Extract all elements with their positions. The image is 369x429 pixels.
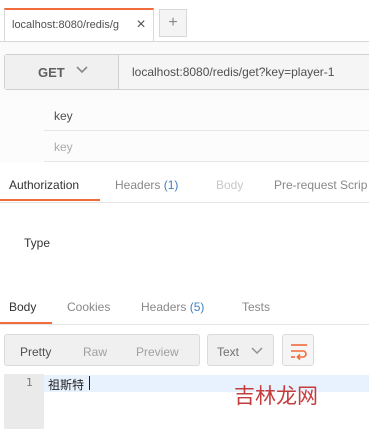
new-tab-button[interactable]: +: [159, 9, 187, 37]
method-dropdown[interactable]: GET: [5, 55, 119, 89]
raw-button[interactable]: Raw: [83, 345, 107, 359]
request-tabs: Authorization Headers (1) Body Pre-reque…: [0, 172, 369, 203]
view-mode-group: Pretty Raw Preview: [4, 334, 200, 366]
line-gutter: 1: [4, 374, 44, 429]
wrap-lines-button[interactable]: [282, 334, 314, 366]
url-input[interactable]: localhost:8080/redis/get?key=player-1: [132, 65, 334, 79]
active-tab-indicator: [0, 199, 100, 201]
headers-count: (1): [163, 178, 179, 192]
request-box: GET localhost:8080/redis/get?key=player-…: [4, 54, 369, 90]
pretty-button[interactable]: Pretty: [20, 345, 51, 359]
tab-tests[interactable]: Tests: [242, 300, 270, 314]
close-icon[interactable]: ×: [132, 14, 150, 36]
tab-strip: localhost:8080/redis/g × +: [0, 0, 369, 42]
params-table: key key: [0, 100, 369, 162]
response-toolbar: Pretty Raw Preview Text: [0, 334, 369, 368]
tab-headers-label: Headers: [115, 178, 161, 192]
tab-headers[interactable]: Headers (1): [115, 178, 178, 192]
method-label: GET: [38, 65, 65, 80]
chevron-down-icon: [76, 66, 88, 74]
tab-response-headers[interactable]: Headers (5): [141, 300, 204, 314]
response-tabs: Body Cookies Headers (5) Tests: [0, 294, 369, 325]
param-row-new[interactable]: key: [44, 131, 369, 162]
response-text: 祖斯特: [48, 378, 85, 392]
request-tab[interactable]: localhost:8080/redis/g ×: [4, 8, 154, 42]
param-row[interactable]: key: [44, 100, 369, 131]
line-number: 1: [26, 376, 33, 389]
wrap-lines-icon: [291, 344, 307, 361]
preview-button[interactable]: Preview: [136, 345, 179, 359]
tab-response-body[interactable]: Body: [9, 300, 36, 314]
auth-type-label: Type: [24, 236, 51, 250]
tab-cookies[interactable]: Cookies: [67, 300, 110, 314]
tab-pre-request-script[interactable]: Pre-request Scrip: [274, 178, 367, 192]
format-dropdown[interactable]: Text: [207, 334, 274, 366]
param-key[interactable]: key: [54, 109, 73, 123]
format-label: Text: [217, 345, 240, 359]
param-key-placeholder[interactable]: key: [54, 140, 73, 154]
tab-body[interactable]: Body: [216, 178, 243, 192]
tab-response-headers-label: Headers: [141, 300, 187, 314]
watermark-text: 吉林龙网: [234, 384, 318, 408]
chevron-down-icon: [251, 347, 263, 355]
tab-title: localhost:8080/redis/g: [12, 19, 120, 31]
tab-authorization[interactable]: Authorization: [9, 178, 79, 192]
watermark-logo: 吉林龙网: [234, 380, 344, 408]
response-headers-count: (5): [189, 300, 205, 314]
response-tabs-divider: [0, 324, 369, 325]
tabs-divider: [0, 202, 369, 203]
request-bar: GET localhost:8080/redis/get?key=player-…: [0, 42, 369, 100]
text-caret: [89, 376, 90, 390]
